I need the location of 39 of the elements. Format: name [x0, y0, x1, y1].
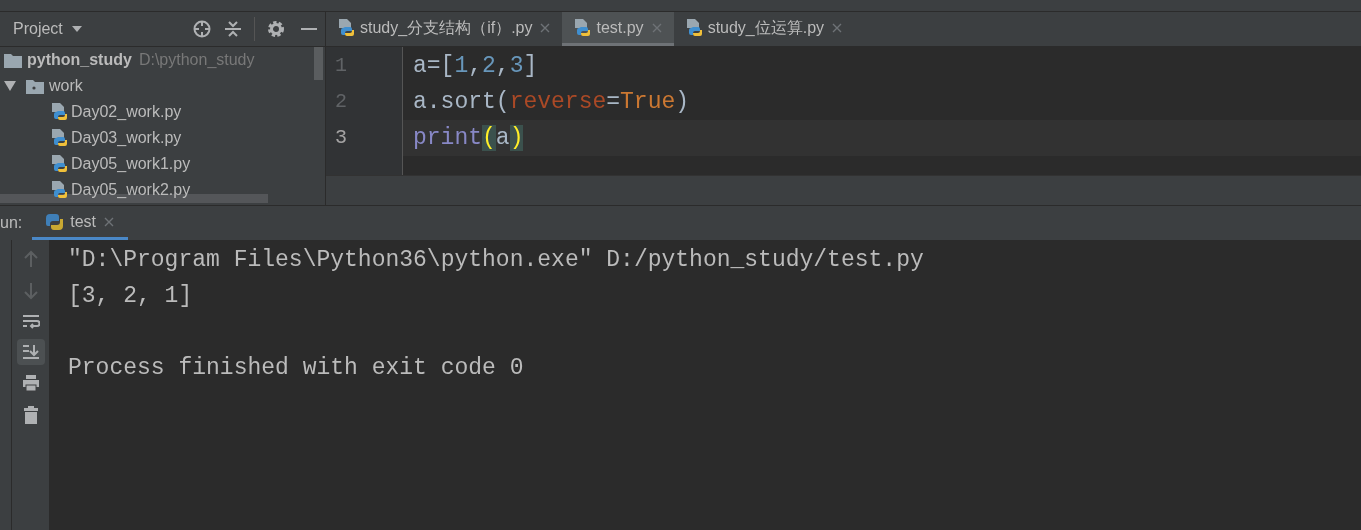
editor-tab[interactable]: study_位运算.py	[673, 12, 855, 46]
python-file-icon	[51, 180, 69, 200]
python-file-icon	[338, 17, 356, 38]
editor-tab[interactable]: test.py	[562, 12, 674, 46]
soft-wrap-icon[interactable]	[21, 314, 40, 330]
crosshair-icon[interactable]	[192, 19, 212, 39]
python-file-icon	[51, 154, 69, 174]
tree-item[interactable]: Day05_work1.py	[71, 152, 191, 176]
tree-item[interactable]: Day02_work.py	[71, 100, 182, 124]
vertical-scrollbar[interactable]	[314, 47, 323, 80]
python-file-icon	[574, 17, 593, 38]
console-line: Process finished with exit code 0	[68, 354, 525, 383]
python-file-icon	[685, 17, 704, 38]
minimize-icon[interactable]	[301, 27, 317, 31]
console-line: "D:\Program Files\Python36\python.exe" D:/python_study/test.py	[68, 246, 925, 275]
folder-icon	[4, 52, 22, 68]
tree-item[interactable]: python_study	[27, 48, 132, 72]
tree-item[interactable]: Day03_work.py	[71, 126, 182, 150]
project-title[interactable]: Project	[13, 17, 63, 41]
editor-tab[interactable]: study_分支结构（if）.py	[326, 12, 563, 46]
print-icon[interactable]	[21, 374, 40, 392]
python-file-icon	[51, 128, 69, 148]
scroll-to-end-button[interactable]	[16, 339, 45, 365]
settings-icon[interactable]	[267, 20, 285, 38]
folder-icon	[26, 78, 44, 94]
trash-icon[interactable]	[23, 406, 38, 424]
dropdown-caret-icon[interactable]	[70, 25, 83, 33]
code-line: a.sort(reverse=True)	[412, 88, 691, 117]
run-label: un:	[0, 213, 23, 233]
tree-item[interactable]: work	[49, 74, 83, 98]
collapse-icon[interactable]	[224, 19, 242, 39]
tree-item[interactable]: Day05_work2.py	[71, 178, 191, 202]
python-file-icon	[51, 102, 69, 122]
line-number: 3	[334, 125, 348, 151]
code-line: a=[1,2,3]	[412, 52, 539, 81]
python-icon	[46, 212, 65, 231]
project-path: D:\python_study	[138, 50, 255, 70]
console-line: [3, 2, 1]	[68, 282, 194, 311]
scroll-to-end-icon	[21, 344, 40, 360]
